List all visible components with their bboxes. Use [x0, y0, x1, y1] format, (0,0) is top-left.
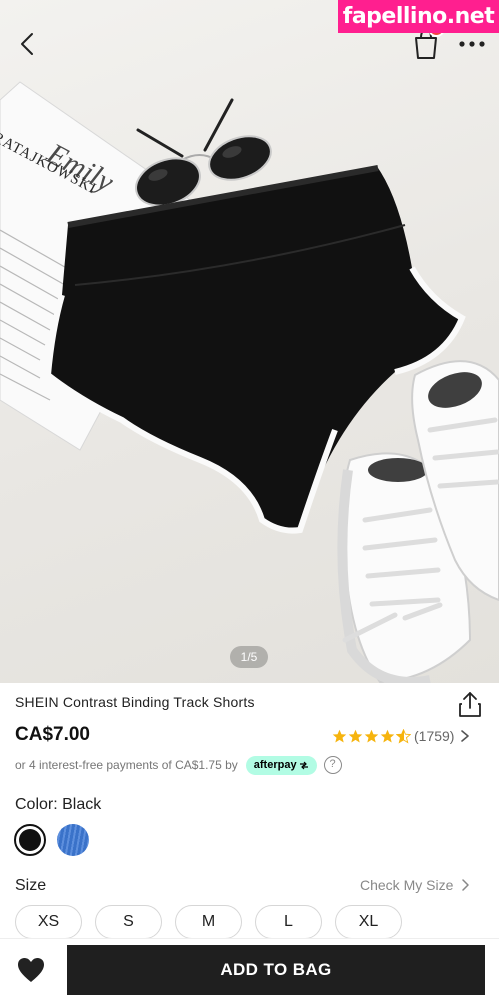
check-my-size-link[interactable]: Check My Size [360, 877, 470, 893]
color-swatch-blue[interactable] [57, 824, 89, 856]
back-button[interactable] [12, 28, 44, 60]
afterpay-badge: afterpay [245, 755, 317, 775]
review-count: (1759) [414, 728, 455, 744]
help-icon[interactable]: ? [323, 756, 342, 774]
color-label: Color: Black [15, 796, 102, 813]
product-price: CA$7.00 [15, 724, 90, 745]
share-button[interactable] [457, 690, 483, 718]
share-icon [459, 692, 481, 717]
size-option-xs[interactable]: XS [15, 905, 82, 939]
size-option-m[interactable]: M [175, 905, 242, 939]
afterpay-logo-text: afterpay [253, 758, 297, 771]
chevron-right-icon [462, 879, 470, 891]
watermark: fapellino.net [338, 0, 499, 33]
afterpay-text: or 4 interest-free payments of CA$1.75 b… [15, 758, 238, 772]
star-rating [332, 728, 411, 744]
star-icon [364, 729, 379, 742]
add-to-bag-button[interactable]: ADD TO BAG [67, 945, 485, 995]
more-button[interactable] [456, 30, 488, 58]
afterpay-row: or 4 interest-free payments of CA$1.75 b… [15, 754, 342, 776]
size-option-l[interactable]: L [255, 905, 322, 939]
star-icon [380, 729, 395, 742]
star-icon [348, 729, 363, 742]
half-star-icon [396, 728, 411, 743]
chevron-left-icon [21, 33, 33, 55]
chevron-right-icon [461, 730, 470, 742]
size-option-s[interactable]: S [95, 905, 162, 939]
size-options: XS S M L XL [15, 905, 402, 939]
color-swatch-black[interactable] [14, 824, 46, 856]
star-icon [332, 729, 347, 742]
ellipsis-icon [459, 41, 485, 47]
product-photo: Emily RATAJKOWSKI [0, 81, 499, 683]
size-option-xl[interactable]: XL [335, 905, 402, 939]
bottom-action-bar: ADD TO BAG [0, 938, 499, 1000]
afterpay-arrows-icon [299, 761, 308, 769]
image-pager: 1/5 [230, 646, 268, 668]
check-my-size-text: Check My Size [360, 877, 454, 893]
product-image[interactable]: Emily RATAJKOWSKI 1/5 [0, 0, 499, 683]
wishlist-button[interactable] [16, 956, 46, 984]
heart-icon [18, 958, 44, 982]
rating-summary[interactable]: (1759) [332, 726, 471, 746]
product-title: SHEIN Contrast Binding Track Shorts [15, 694, 255, 710]
size-label: Size [15, 877, 47, 894]
